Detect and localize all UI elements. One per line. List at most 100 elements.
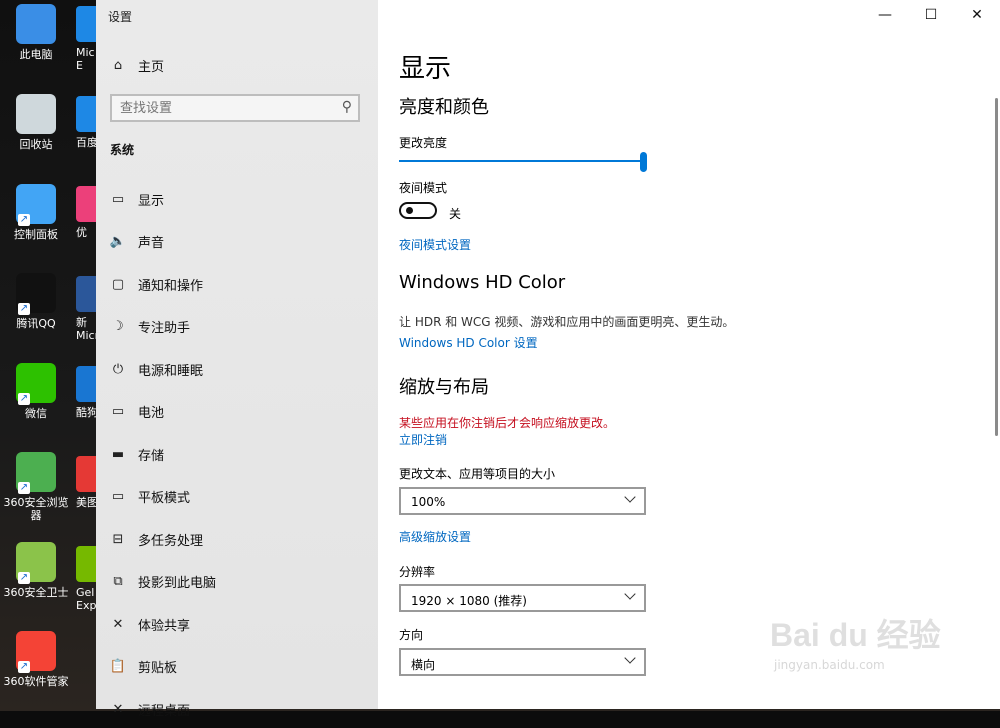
desktop-shortcut[interactable]: ↗ 腾讯QQ <box>0 273 72 330</box>
app-icon <box>76 546 98 582</box>
nav-item[interactable]: ⊟ 多任务处理 <box>96 520 378 558</box>
nav-item[interactable]: ⧉ 投影到此电脑 <box>96 563 378 601</box>
notification-icon: ▢ <box>111 276 125 292</box>
night-mode-settings-link[interactable]: 夜间模式设置 <box>399 236 471 253</box>
app-icon <box>76 6 98 42</box>
nav-item[interactable]: ✕ 体验共享 <box>96 605 378 643</box>
brightness-slider-track <box>399 160 647 162</box>
night-mode-toggle[interactable] <box>399 202 437 219</box>
nav-item-label: 电池 <box>138 406 165 421</box>
night-mode-state: 关 <box>449 207 462 221</box>
section-brightness-color: 亮度和颜色 <box>399 97 489 118</box>
nav-item-label: 多任务处理 <box>138 533 204 549</box>
desktop-shortcut-partial[interactable]: 百度 <box>76 96 98 149</box>
scale-value: 100% <box>411 495 446 509</box>
sign-out-now-link[interactable]: 立即注销 <box>399 431 447 448</box>
scale-warning: 某些应用在你注销后才会响应缩放更改。 <box>399 416 616 430</box>
360-software-icon: ↗ <box>16 631 56 673</box>
page-title: 显示 <box>399 54 452 84</box>
nav-item[interactable]: ☽ 专注助手 <box>96 308 378 346</box>
section-hd-color: Windows HD Color <box>399 272 566 293</box>
minimize-button[interactable]: — <box>862 0 908 30</box>
remote-desktop-icon: ✕ <box>112 701 124 717</box>
chevron-down-icon <box>624 652 636 664</box>
desktop-shortcut-partial[interactable]: 美图 <box>76 456 98 509</box>
hd-color-description: 让 HDR 和 WCG 视频、游戏和应用中的画面更明亮、更生动。 <box>399 315 735 329</box>
nav-item[interactable]: ▭ 平板模式 <box>96 478 378 516</box>
desktop-shortcut-partial[interactable]: Gel Expe <box>76 546 98 612</box>
nav-item[interactable]: ✕ 远程桌面 <box>96 690 378 728</box>
hd-color-settings-link[interactable]: Windows HD Color 设置 <box>399 334 538 351</box>
recycle-bin-icon <box>16 94 56 134</box>
resolution-value: 1920 × 1080 (推荐) <box>411 594 527 608</box>
desktop-shortcut-label: Gel Expe <box>76 586 98 612</box>
nav-item-label: 远程桌面 <box>138 703 191 719</box>
storage-icon: ▬ <box>111 446 125 462</box>
window-title: 设置 <box>108 10 133 24</box>
nav-item-label: 声音 <box>138 236 165 251</box>
maximize-button[interactable]: ☐ <box>908 0 954 30</box>
search-icon[interactable]: ⚲ <box>342 99 352 115</box>
nav-item-label: 电源和睡眠 <box>138 363 204 379</box>
search-input[interactable] <box>112 96 338 120</box>
chevron-down-icon <box>624 491 636 503</box>
nav-item[interactable]: ▭ 显示 <box>96 180 378 218</box>
nav-item-label: 专注助手 <box>138 321 191 336</box>
settings-search-box[interactable]: ⚲ <box>110 94 360 122</box>
desktop-shortcut-partial[interactable]: 酷狗 <box>76 366 98 419</box>
desktop-shortcut-label: 新 Micr <box>76 316 98 342</box>
desktop-shortcut[interactable]: ↗ 控制面板 <box>0 184 72 241</box>
shortcut-arrow-icon: ↗ <box>18 572 30 584</box>
desktop-shortcut[interactable]: 此电脑 <box>0 4 72 61</box>
desktop-shortcut[interactable]: ↗ 360软件管家 <box>0 631 72 688</box>
nav-item[interactable]: ▢ 通知和操作 <box>96 265 378 303</box>
desktop-shortcut-label: 优 <box>76 226 87 239</box>
desktop-shortcut-label: 百度 <box>76 136 98 149</box>
nav-item-label: 显示 <box>138 193 165 209</box>
desktop-shortcut-label: 微信 <box>25 407 47 420</box>
shortcut-arrow-icon: ↗ <box>18 482 30 494</box>
desktop-shortcut-label: 360软件管家 <box>3 675 69 688</box>
desktop-shortcut-label: 酷狗 <box>76 406 98 419</box>
speaker-icon: 🔈 <box>109 234 127 249</box>
desktop-shortcut-partial[interactable]: 优 <box>76 186 98 239</box>
desktop-shortcut-partial[interactable]: 新 Micr <box>76 276 98 342</box>
brightness-slider-thumb[interactable] <box>640 152 647 172</box>
control-panel-icon: ↗ <box>16 184 56 226</box>
desktop-shortcut-partial[interactable]: Mic E <box>76 6 98 72</box>
orientation-dropdown[interactable]: 横向 <box>399 648 646 676</box>
nav-item[interactable]: 📋 剪贴板 <box>96 648 378 686</box>
nav-item[interactable]: ▭ 电池 <box>96 393 378 431</box>
settings-window: 设置 ⌂ 主页 ⚲ 系统 ▭ 显示 🔈 声音 ▢ 通知和操作 ☽ 专注助手 ⏻ 电源和睡眠 ▭ 电池 ▬… <box>96 0 1000 719</box>
section-scale-layout: 缩放与布局 <box>399 377 489 398</box>
content-scrollbar[interactable] <box>995 98 998 436</box>
app-icon <box>76 366 98 402</box>
shortcut-arrow-icon: ↗ <box>18 393 30 405</box>
desktop-shortcut[interactable]: ↗ 360安全卫士 <box>0 542 72 599</box>
nav-item[interactable]: ⏻ 电源和睡眠 <box>96 350 378 388</box>
nav-item-label: 剪贴板 <box>138 661 178 676</box>
close-button[interactable]: ✕ <box>954 0 1000 30</box>
brightness-slider[interactable] <box>399 152 647 172</box>
app-icon <box>76 276 98 312</box>
nav-item[interactable]: ▬ 存储 <box>96 435 378 473</box>
advanced-scaling-link[interactable]: 高级缩放设置 <box>399 528 471 545</box>
360-security-icon: ↗ <box>16 542 56 584</box>
shortcut-arrow-icon: ↗ <box>18 214 30 226</box>
resolution-dropdown[interactable]: 1920 × 1080 (推荐) <box>399 584 646 612</box>
scale-dropdown[interactable]: 100% <box>399 487 646 515</box>
desktop-shortcut-label: 控制面板 <box>14 228 58 241</box>
nav-home[interactable]: ⌂ 主页 <box>96 46 378 84</box>
tablet-icon: ▭ <box>111 489 125 504</box>
power-icon: ⏻ <box>112 361 124 377</box>
battery-icon: ▭ <box>111 404 125 419</box>
desktop-shortcut[interactable]: ↗ 360安全浏览器 <box>0 452 72 522</box>
monitor-icon: ▭ <box>111 191 125 207</box>
nav-item[interactable]: 🔈 声音 <box>96 223 378 261</box>
qq-icon: ↗ <box>16 273 56 315</box>
desktop-shortcut[interactable]: ↗ 微信 <box>0 363 72 420</box>
desktop-shortcut-label: 回收站 <box>19 138 53 151</box>
desktop-shortcut-label: 美图 <box>76 496 98 509</box>
desktop-shortcut[interactable]: 回收站 <box>0 94 72 151</box>
nav-item-label: 存储 <box>138 448 165 464</box>
